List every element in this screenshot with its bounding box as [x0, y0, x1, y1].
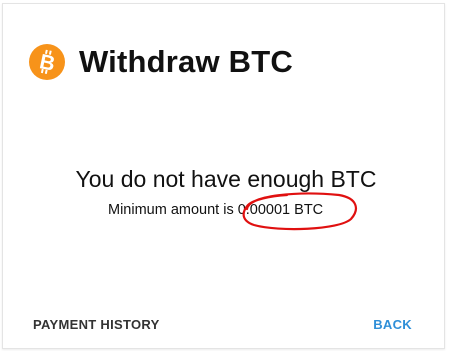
minimum-amount-value: 0.00001 BTC [237, 202, 324, 218]
minimum-amount-line: Minimum amount is 0.00001 BTC [108, 202, 323, 218]
minimum-amount-label: Minimum amount is [108, 202, 234, 218]
insufficient-balance-message: You do not have enough BTC [75, 166, 377, 192]
withdraw-dialog: B Withdraw BTC You do not have enough BT… [2, 3, 445, 349]
bitcoin-icon: B [29, 44, 65, 80]
payment-history-button[interactable]: PAYMENT HISTORY [33, 317, 160, 332]
back-button[interactable]: BACK [373, 317, 412, 332]
dialog-header: B Withdraw BTC [29, 44, 293, 80]
dialog-title: Withdraw BTC [79, 44, 293, 79]
